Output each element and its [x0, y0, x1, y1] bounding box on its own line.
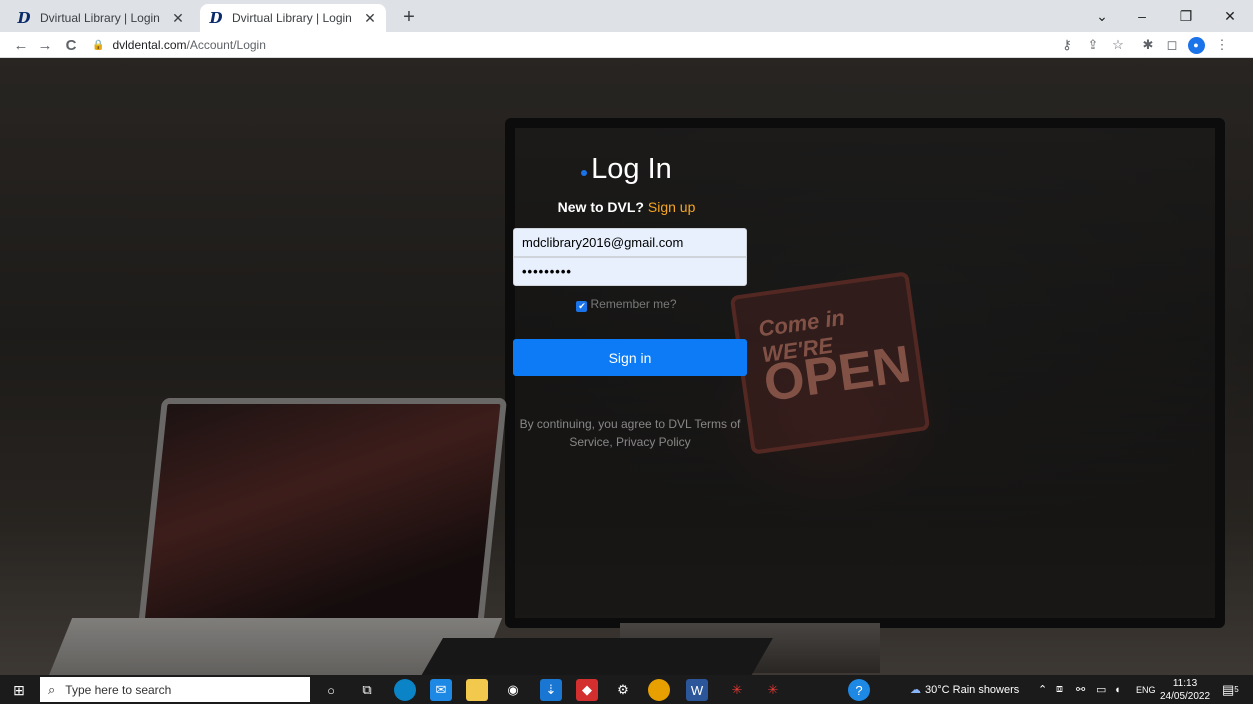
- lock-icon: 🔒: [92, 39, 105, 51]
- browser-toolbar: ← → C 🔒 dvldental.com/Account/Login ⚷ ⇪ …: [0, 32, 1253, 58]
- windows-start-icon[interactable]: ⊞: [8, 680, 30, 700]
- close-tab-icon[interactable]: ✕: [170, 10, 186, 27]
- login-page: Come in WE'RE OPEN Log In New to DVL? Si…: [0, 58, 1253, 675]
- browser-tab-2[interactable]: D Dvirtual Library | Login ✕: [200, 4, 386, 32]
- dvl-favicon-icon: D: [17, 9, 31, 27]
- dvl-logo-dot-icon: [581, 170, 588, 176]
- profile-avatar-icon[interactable]: ●: [1187, 36, 1205, 54]
- remember-me[interactable]: ✔ Remember me?: [0, 297, 1253, 312]
- extensions-icon[interactable]: ✱: [1138, 35, 1158, 55]
- volume-icon[interactable]: ◖: [1114, 675, 1121, 704]
- tray-app-icon[interactable]: ⧈: [1056, 675, 1063, 704]
- back-button[interactable]: ←: [10, 34, 32, 56]
- search-icon: ⌕: [48, 681, 56, 697]
- email-field[interactable]: mdclibrary2016@gmail.com: [513, 228, 747, 257]
- browser-tab-strip: D Dvirtual Library | Login ✕ D Dvirtual …: [0, 0, 1253, 32]
- url-path: /Account/Login: [186, 38, 266, 52]
- close-window-button[interactable]: ✕: [1208, 0, 1252, 32]
- bookmark-star-icon[interactable]: ☆: [1108, 35, 1128, 55]
- side-panel-icon[interactable]: ◻: [1162, 35, 1182, 55]
- clock-time: 11:13: [1172, 678, 1198, 689]
- windows-taskbar: ⊞ ⌕ Type here to search ○ ⧉ ✉ ◉ ⇣ ◆ ⚙ W …: [0, 675, 1253, 704]
- terms-text: By continuing, you agree to DVL Terms of…: [519, 417, 741, 449]
- notifications-icon[interactable]: ▤ 5: [1222, 675, 1239, 704]
- url-host: dvldental.com: [112, 38, 187, 52]
- notification-count: 5: [1234, 685, 1239, 694]
- minimize-button[interactable]: –: [1120, 0, 1164, 32]
- word-icon[interactable]: W: [686, 679, 708, 701]
- share-icon[interactable]: ⇪: [1083, 35, 1103, 55]
- remember-me-checkbox[interactable]: ✔: [576, 301, 588, 312]
- sign-in-button[interactable]: Sign in: [513, 339, 747, 376]
- mail-icon[interactable]: ✉: [430, 679, 452, 701]
- file-explorer-icon[interactable]: [466, 679, 488, 701]
- tab-search-icon[interactable]: ⌄: [1080, 0, 1124, 32]
- browser-menu-icon[interactable]: ⋮: [1212, 35, 1232, 55]
- tab-title: Dvirtual Library | Login: [232, 11, 352, 25]
- reload-button[interactable]: C: [60, 34, 82, 56]
- clock-date: 24/05/2022: [1160, 691, 1211, 702]
- login-heading: Log In: [0, 153, 1253, 186]
- network-icon[interactable]: ⚯: [1076, 675, 1085, 704]
- close-tab-icon[interactable]: ✕: [362, 10, 378, 27]
- app-icon-starburst-2[interactable]: ✳: [762, 679, 784, 701]
- signup-prompt: New to DVL? Sign up: [557, 199, 696, 215]
- display-icon[interactable]: ▭: [1096, 675, 1106, 704]
- restore-button[interactable]: ❐: [1164, 0, 1208, 32]
- task-view-icon[interactable]: ⧉: [356, 679, 378, 701]
- help-icon[interactable]: ?: [848, 679, 870, 701]
- weather-cloud-icon: ☁: [910, 684, 921, 696]
- tray-chevron-icon[interactable]: ⌃: [1038, 675, 1047, 704]
- taskbar-search-placeholder: Type here to search: [65, 682, 172, 697]
- address-bar[interactable]: 🔒 dvldental.com/Account/Login: [92, 34, 1052, 56]
- dropbox-icon[interactable]: ⇣: [540, 679, 562, 701]
- password-field[interactable]: •••••••••: [513, 257, 747, 286]
- app-icon-red[interactable]: ◆: [576, 679, 598, 701]
- remember-me-label: Remember me?: [590, 297, 677, 311]
- language-indicator[interactable]: ENG: [1136, 675, 1156, 704]
- forward-button[interactable]: →: [34, 34, 56, 56]
- edge-icon[interactable]: [394, 679, 416, 701]
- sign-up-link[interactable]: Sign up: [648, 199, 695, 215]
- chrome-icon[interactable]: [648, 679, 670, 701]
- app-icon-starburst-1[interactable]: ✳: [726, 679, 748, 701]
- tab-title: Dvirtual Library | Login: [40, 11, 160, 25]
- clock[interactable]: 11:13 24/05/2022: [1160, 677, 1210, 703]
- taskbar-search[interactable]: ⌕ Type here to search: [40, 677, 310, 702]
- weather-widget[interactable]: ☁ 30°C Rain showers: [910, 675, 1019, 704]
- settings-gear-icon[interactable]: ⚙: [612, 679, 634, 701]
- cortana-icon[interactable]: ○: [320, 679, 342, 701]
- new-tab-button[interactable]: +: [397, 6, 421, 30]
- app-icon-1[interactable]: ◉: [502, 679, 524, 701]
- weather-text: 30°C Rain showers: [925, 683, 1020, 696]
- password-key-icon[interactable]: ⚷: [1057, 35, 1077, 55]
- dvl-favicon-icon: D: [209, 9, 223, 27]
- browser-tab-1[interactable]: D Dvirtual Library | Login ✕: [8, 4, 194, 32]
